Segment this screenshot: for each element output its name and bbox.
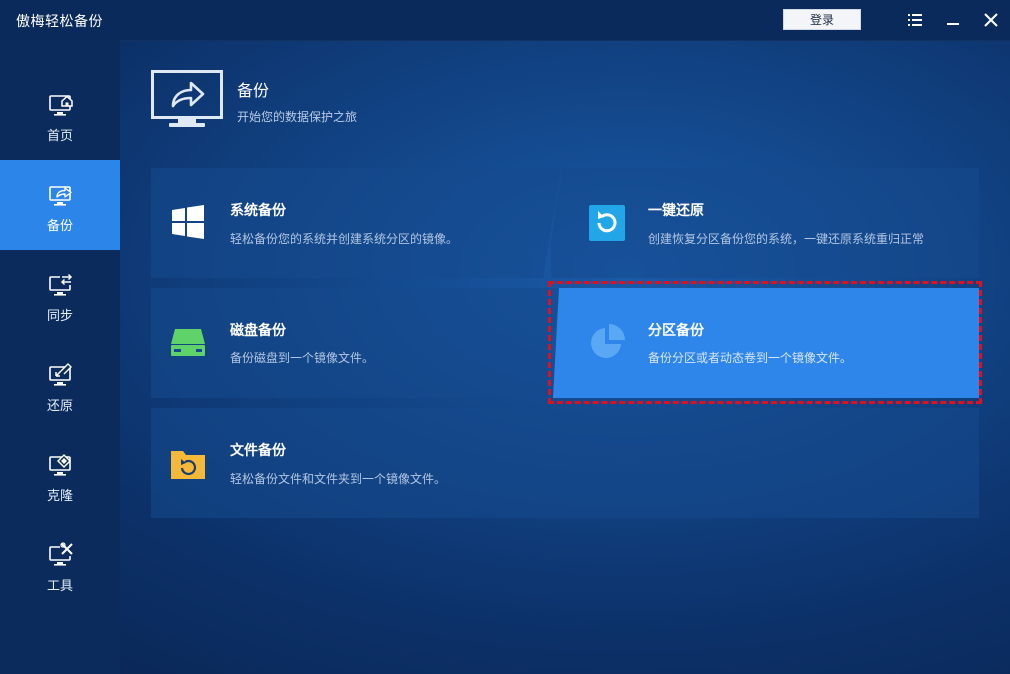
login-button[interactable]: 登录 xyxy=(783,9,861,30)
file-backup-card[interactable]: 文件备份 轻松备份文件和文件夹到一个镜像文件。 xyxy=(151,408,979,518)
sidebar-item-restore[interactable]: 还原 xyxy=(0,340,120,430)
home-monitor-icon xyxy=(49,95,73,116)
page-title: 备份 xyxy=(237,81,270,100)
one-key-restore-card[interactable]: 一键还原 创建恢复分区备份您的系统，一键还原系统重归正常 xyxy=(551,168,979,278)
restore-monitor-icon xyxy=(49,363,72,386)
sidebar-item-sync[interactable]: 同步 xyxy=(0,250,120,340)
backup-monitor-icon xyxy=(49,186,72,206)
card-title: 一键还原 xyxy=(648,203,704,219)
disk-drive-icon xyxy=(171,329,205,356)
pie-partition-icon xyxy=(591,324,625,358)
sidebar-item-label: 还原 xyxy=(46,399,73,414)
card-title: 磁盘备份 xyxy=(230,323,286,339)
sync-monitor-icon xyxy=(49,273,73,296)
card-background xyxy=(151,168,561,278)
card-description: 备份分区或者动态卷到一个镜像文件。 xyxy=(648,351,853,365)
card-description: 轻松备份您的系统并创建系统分区的镜像。 xyxy=(230,232,459,246)
one-key-restore-icon xyxy=(589,205,625,241)
folder-sync-icon xyxy=(171,451,205,479)
sidebar-item-tools[interactable]: 工具 xyxy=(0,520,120,610)
sidebar: 首页 备份 同步 还原 克隆 工具 xyxy=(0,40,120,674)
app-title: 傲梅轻松备份 xyxy=(16,14,103,30)
card-background xyxy=(151,288,561,398)
card-title: 文件备份 xyxy=(230,443,286,459)
disk-backup-card[interactable]: 磁盘备份 备份磁盘到一个镜像文件。 xyxy=(151,288,561,398)
card-title: 系统备份 xyxy=(230,203,286,219)
title-bar: 傲梅轻松备份 登录 xyxy=(0,0,1010,41)
clone-monitor-icon xyxy=(49,453,72,476)
sidebar-item-label: 备份 xyxy=(46,219,73,234)
backup-options-panel: 系统备份 轻松备份您的系统并创建系统分区的镜像。 一键还原 创建恢复分区备份您的… xyxy=(151,168,979,518)
sidebar-item-backup[interactable]: 备份 xyxy=(0,160,120,250)
page-subtitle: 开始您的数据保护之旅 xyxy=(237,110,358,124)
menu-icon[interactable] xyxy=(904,9,926,31)
partition-backup-card[interactable]: 分区备份 备份分区或者动态卷到一个镜像文件。 xyxy=(541,288,979,398)
system-backup-card[interactable]: 系统备份 轻松备份您的系统并创建系统分区的镜像。 xyxy=(151,168,561,278)
tools-monitor-icon xyxy=(49,542,74,566)
windows-logo-icon xyxy=(172,205,204,239)
close-icon[interactable] xyxy=(980,9,1002,31)
minimize-icon[interactable] xyxy=(942,9,964,31)
sidebar-item-label: 首页 xyxy=(46,129,73,144)
card-background xyxy=(151,408,979,518)
sidebar-item-label: 克隆 xyxy=(46,489,73,504)
card-title: 分区备份 xyxy=(648,323,704,339)
sidebar-item-home[interactable]: 首页 xyxy=(0,70,120,160)
app-window: 傲梅轻松备份 登录 首页 备份 同步 还原 克隆 工具 备份 开始您的数据保护之… xyxy=(0,0,1010,674)
card-description: 轻松备份文件和文件夹到一个镜像文件。 xyxy=(230,472,447,486)
sidebar-item-label: 工具 xyxy=(46,579,73,594)
card-description: 备份磁盘到一个镜像文件。 xyxy=(230,351,375,365)
sidebar-item-clone[interactable]: 克隆 xyxy=(0,430,120,520)
backup-header-icon xyxy=(151,70,223,127)
card-description: 创建恢复分区备份您的系统，一键还原系统重归正常 xyxy=(648,232,925,246)
sidebar-item-label: 同步 xyxy=(46,309,73,324)
